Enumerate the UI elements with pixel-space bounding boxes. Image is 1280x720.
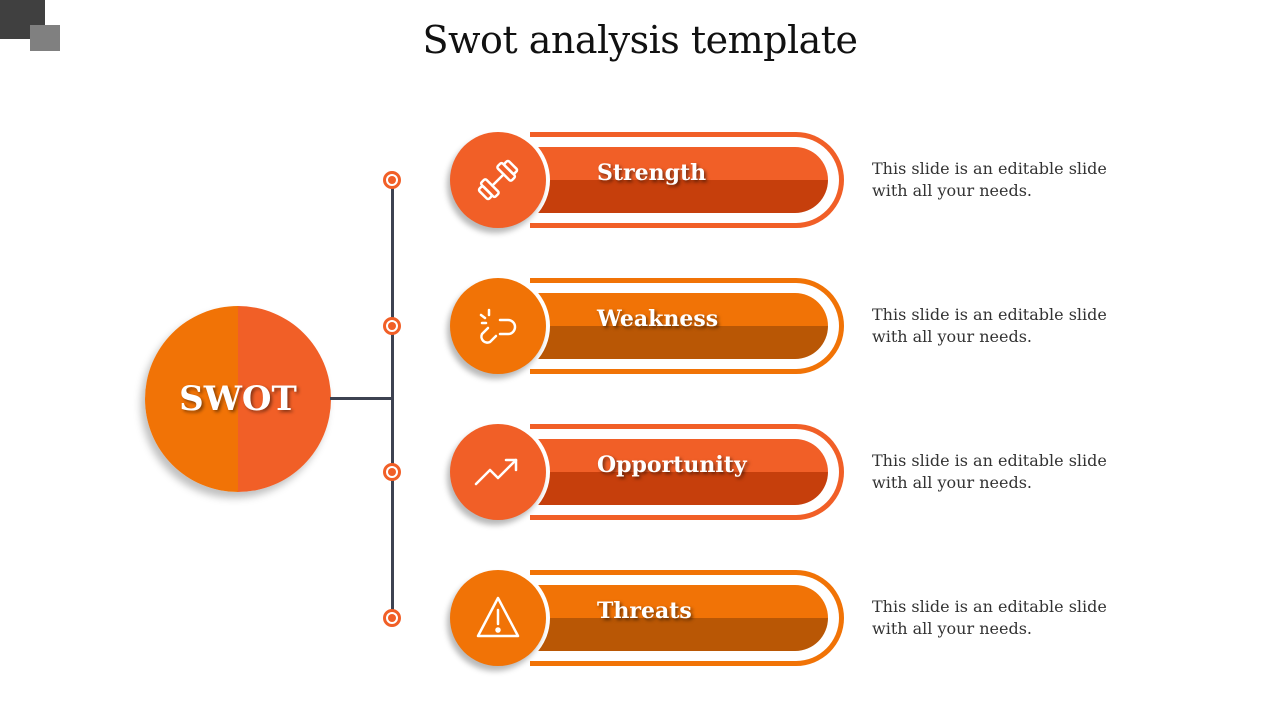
item-label: Strength [597,160,707,186]
description-strength: This slide is an editable slide with all… [872,159,1107,200]
swot-label: SWOT [179,379,297,419]
description-opportunity: This slide is an editable slide with all… [872,451,1107,492]
item-label: Opportunity [597,452,747,478]
swot-center-circle: SWOT [145,306,331,492]
icon-badge [450,132,546,228]
description-weakness: This slide is an editable slide with all… [872,305,1107,346]
timeline-line [391,180,394,618]
timeline-dot-opportunity [383,463,401,481]
warning-icon [476,596,520,638]
icon-badge [450,278,546,374]
icon-badge [450,424,546,520]
trending-up-icon [474,458,518,486]
swot-item-strength: Strength [446,128,846,232]
swot-item-weakness: Weakness [446,274,846,378]
broken-link-icon [479,308,517,344]
center-connector-line [330,397,394,400]
description-threats: This slide is an editable slide with all… [872,597,1107,638]
timeline-dot-strength [383,171,401,189]
slide-title: Swot analysis template [422,18,858,62]
icon-badge [450,570,546,666]
swot-item-opportunity: Opportunity [446,420,846,524]
item-label: Threats [597,598,692,624]
dumbbell-icon [477,159,519,201]
item-label: Weakness [597,306,719,332]
swot-item-threats: Threats [446,566,846,670]
timeline-dot-threats [383,609,401,627]
timeline-dot-weakness [383,317,401,335]
